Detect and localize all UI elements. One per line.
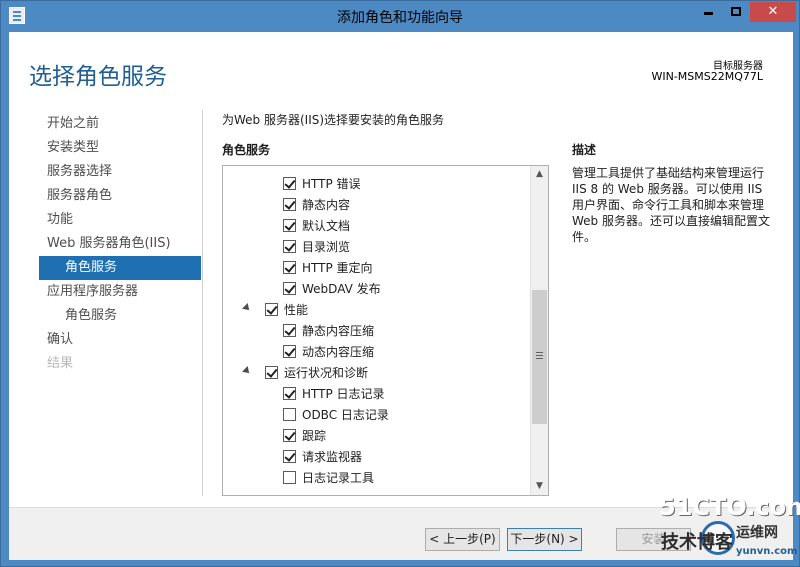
checkbox[interactable]	[283, 324, 296, 337]
scroll-down-button[interactable]: ▼	[531, 478, 548, 495]
tree-row[interactable]: HTTP 日志记录	[223, 383, 529, 404]
nav-item-1[interactable]: 安装类型	[39, 136, 201, 160]
checkbox[interactable]	[283, 282, 296, 295]
tree-scrollbar[interactable]: ▲ ▼	[530, 166, 548, 495]
checkbox[interactable]	[283, 240, 296, 253]
nav-item-6[interactable]: 角色服务	[39, 256, 201, 280]
checkbox[interactable]	[283, 345, 296, 358]
tree-row-label: HTTP 重定向	[302, 261, 373, 275]
expand-icon[interactable]	[242, 303, 252, 313]
tree-row[interactable]: HTTP 重定向	[223, 257, 529, 278]
nav-item-8[interactable]: 角色服务	[39, 304, 201, 328]
checkbox[interactable]	[265, 303, 278, 316]
nav-item-10: 结果	[47, 356, 74, 371]
window-title: 添加角色和功能向导	[337, 10, 463, 26]
watermark-blog: 技术博客	[661, 532, 733, 553]
tree-row[interactable]: 日志记录工具	[223, 467, 529, 488]
nav-item-7[interactable]: 应用程序服务器	[39, 280, 201, 304]
role-services-header: 角色服务	[222, 143, 271, 157]
tree-row[interactable]: 默认文档	[223, 215, 529, 236]
minimize-button[interactable]	[695, 2, 722, 22]
nav-item-3[interactable]: 服务器角色	[39, 184, 201, 208]
wizard-window: 添加角色和功能向导 ✕ 选择角色服务 目标服务器 WIN-MSMS22MQ77L…	[0, 0, 800, 567]
watermark-51cto: 51CTO.com	[659, 493, 800, 521]
target-server-value: WIN-MSMS22MQ77L	[651, 70, 763, 83]
tree-row-label: 日志记录工具	[302, 471, 375, 485]
tree-row-label: 性能	[284, 303, 309, 317]
checkbox[interactable]	[283, 261, 296, 274]
tree-row-label: WebDAV 发布	[302, 282, 381, 296]
maximize-button[interactable]	[722, 2, 749, 22]
tree-row[interactable]: 性能	[223, 299, 529, 320]
checkbox[interactable]	[283, 471, 296, 484]
description-text: 管理工具提供了基础结构来管理运行 IIS 8 的 Web 服务器。可以使用 II…	[572, 166, 770, 244]
tree-row-label: 默认文档	[302, 219, 351, 233]
previous-button[interactable]: < 上一步(P)	[425, 528, 500, 551]
nav-item-5[interactable]: Web 服务器角色(IIS)	[39, 232, 201, 256]
instruction-text: 为Web 服务器(IIS)选择要安装的角色服务	[222, 113, 445, 127]
watermark-url: yunvn.com	[736, 546, 798, 557]
grip-icon	[536, 352, 543, 359]
tree-row-label: HTTP 日志记录	[302, 387, 385, 401]
tree-row-label: 动态内容压缩	[302, 345, 375, 359]
wizard-nav: 开始之前 安装类型 服务器选择 服务器角色 功能 Web 服务器角色(IIS) 角色服务 应用…	[39, 112, 201, 376]
expand-icon[interactable]	[242, 366, 252, 376]
checkbox[interactable]	[283, 429, 296, 442]
checkbox[interactable]	[265, 366, 278, 379]
checkbox[interactable]	[283, 219, 296, 232]
nav-divider	[202, 110, 203, 496]
nav-item-4[interactable]: 功能	[39, 208, 201, 232]
scroll-thumb[interactable]	[532, 290, 547, 424]
nav-item-2[interactable]: 服务器选择	[39, 160, 201, 184]
tree-row-label: 静态内容	[302, 198, 351, 212]
title-bar: 添加角色和功能向导 ✕	[1, 1, 799, 31]
minimize-icon	[704, 12, 713, 15]
checkbox[interactable]	[283, 177, 296, 190]
close-button[interactable]: ✕	[750, 2, 796, 22]
nav-item-0[interactable]: 开始之前	[39, 112, 201, 136]
tree-row[interactable]: HTTP 错误	[223, 173, 529, 194]
tree-row-label: 跟踪	[302, 429, 327, 443]
close-icon: ✕	[767, 4, 779, 19]
scroll-up-button[interactable]: ▲	[531, 166, 548, 183]
role-services-tree[interactable]: HTTP 错误 静态内容默认文档目录浏览 HTTP 重定向 WebDAV 发布性能静态…	[222, 165, 549, 496]
tree-row[interactable]: 动态内容压缩	[223, 341, 529, 362]
tree-row[interactable]: 跟踪	[223, 425, 529, 446]
tree-row[interactable]: 目录浏览	[223, 236, 529, 257]
watermark-site: 运维网	[736, 525, 778, 541]
description-header: 描述	[572, 143, 597, 157]
tree-row-label: HTTP 错误	[302, 177, 361, 191]
tree-row[interactable]: 静态内容	[223, 194, 529, 215]
nav-item-9[interactable]: 确认	[39, 328, 201, 352]
tree-row-label: 目录浏览	[302, 240, 351, 254]
checkbox[interactable]	[283, 408, 296, 421]
tree-row-label: ODBC 日志记录	[302, 408, 389, 422]
tree-row-label: 运行状况和诊断	[284, 366, 369, 380]
tree-row-label: 请求监视器	[302, 450, 363, 464]
page-title: 选择角色服务	[29, 64, 167, 90]
tree-row[interactable]: 请求监视器	[223, 446, 529, 467]
tree-row[interactable]: WebDAV 发布	[223, 278, 529, 299]
tree-row[interactable]: ODBC 日志记录	[223, 404, 529, 425]
next-button[interactable]: 下一步(N) >	[507, 528, 582, 551]
checkbox[interactable]	[283, 198, 296, 211]
maximize-icon	[730, 7, 741, 16]
tree-row[interactable]: 运行状况和诊断	[223, 362, 529, 383]
checkbox[interactable]	[283, 450, 296, 463]
tree-row[interactable]: 静态内容压缩	[223, 320, 529, 341]
checkbox[interactable]	[283, 387, 296, 400]
tree-row-label: 静态内容压缩	[302, 324, 375, 338]
wizard-content: 选择角色服务 目标服务器 WIN-MSMS22MQ77L 开始之前 安装类型 服务器…	[9, 32, 793, 560]
